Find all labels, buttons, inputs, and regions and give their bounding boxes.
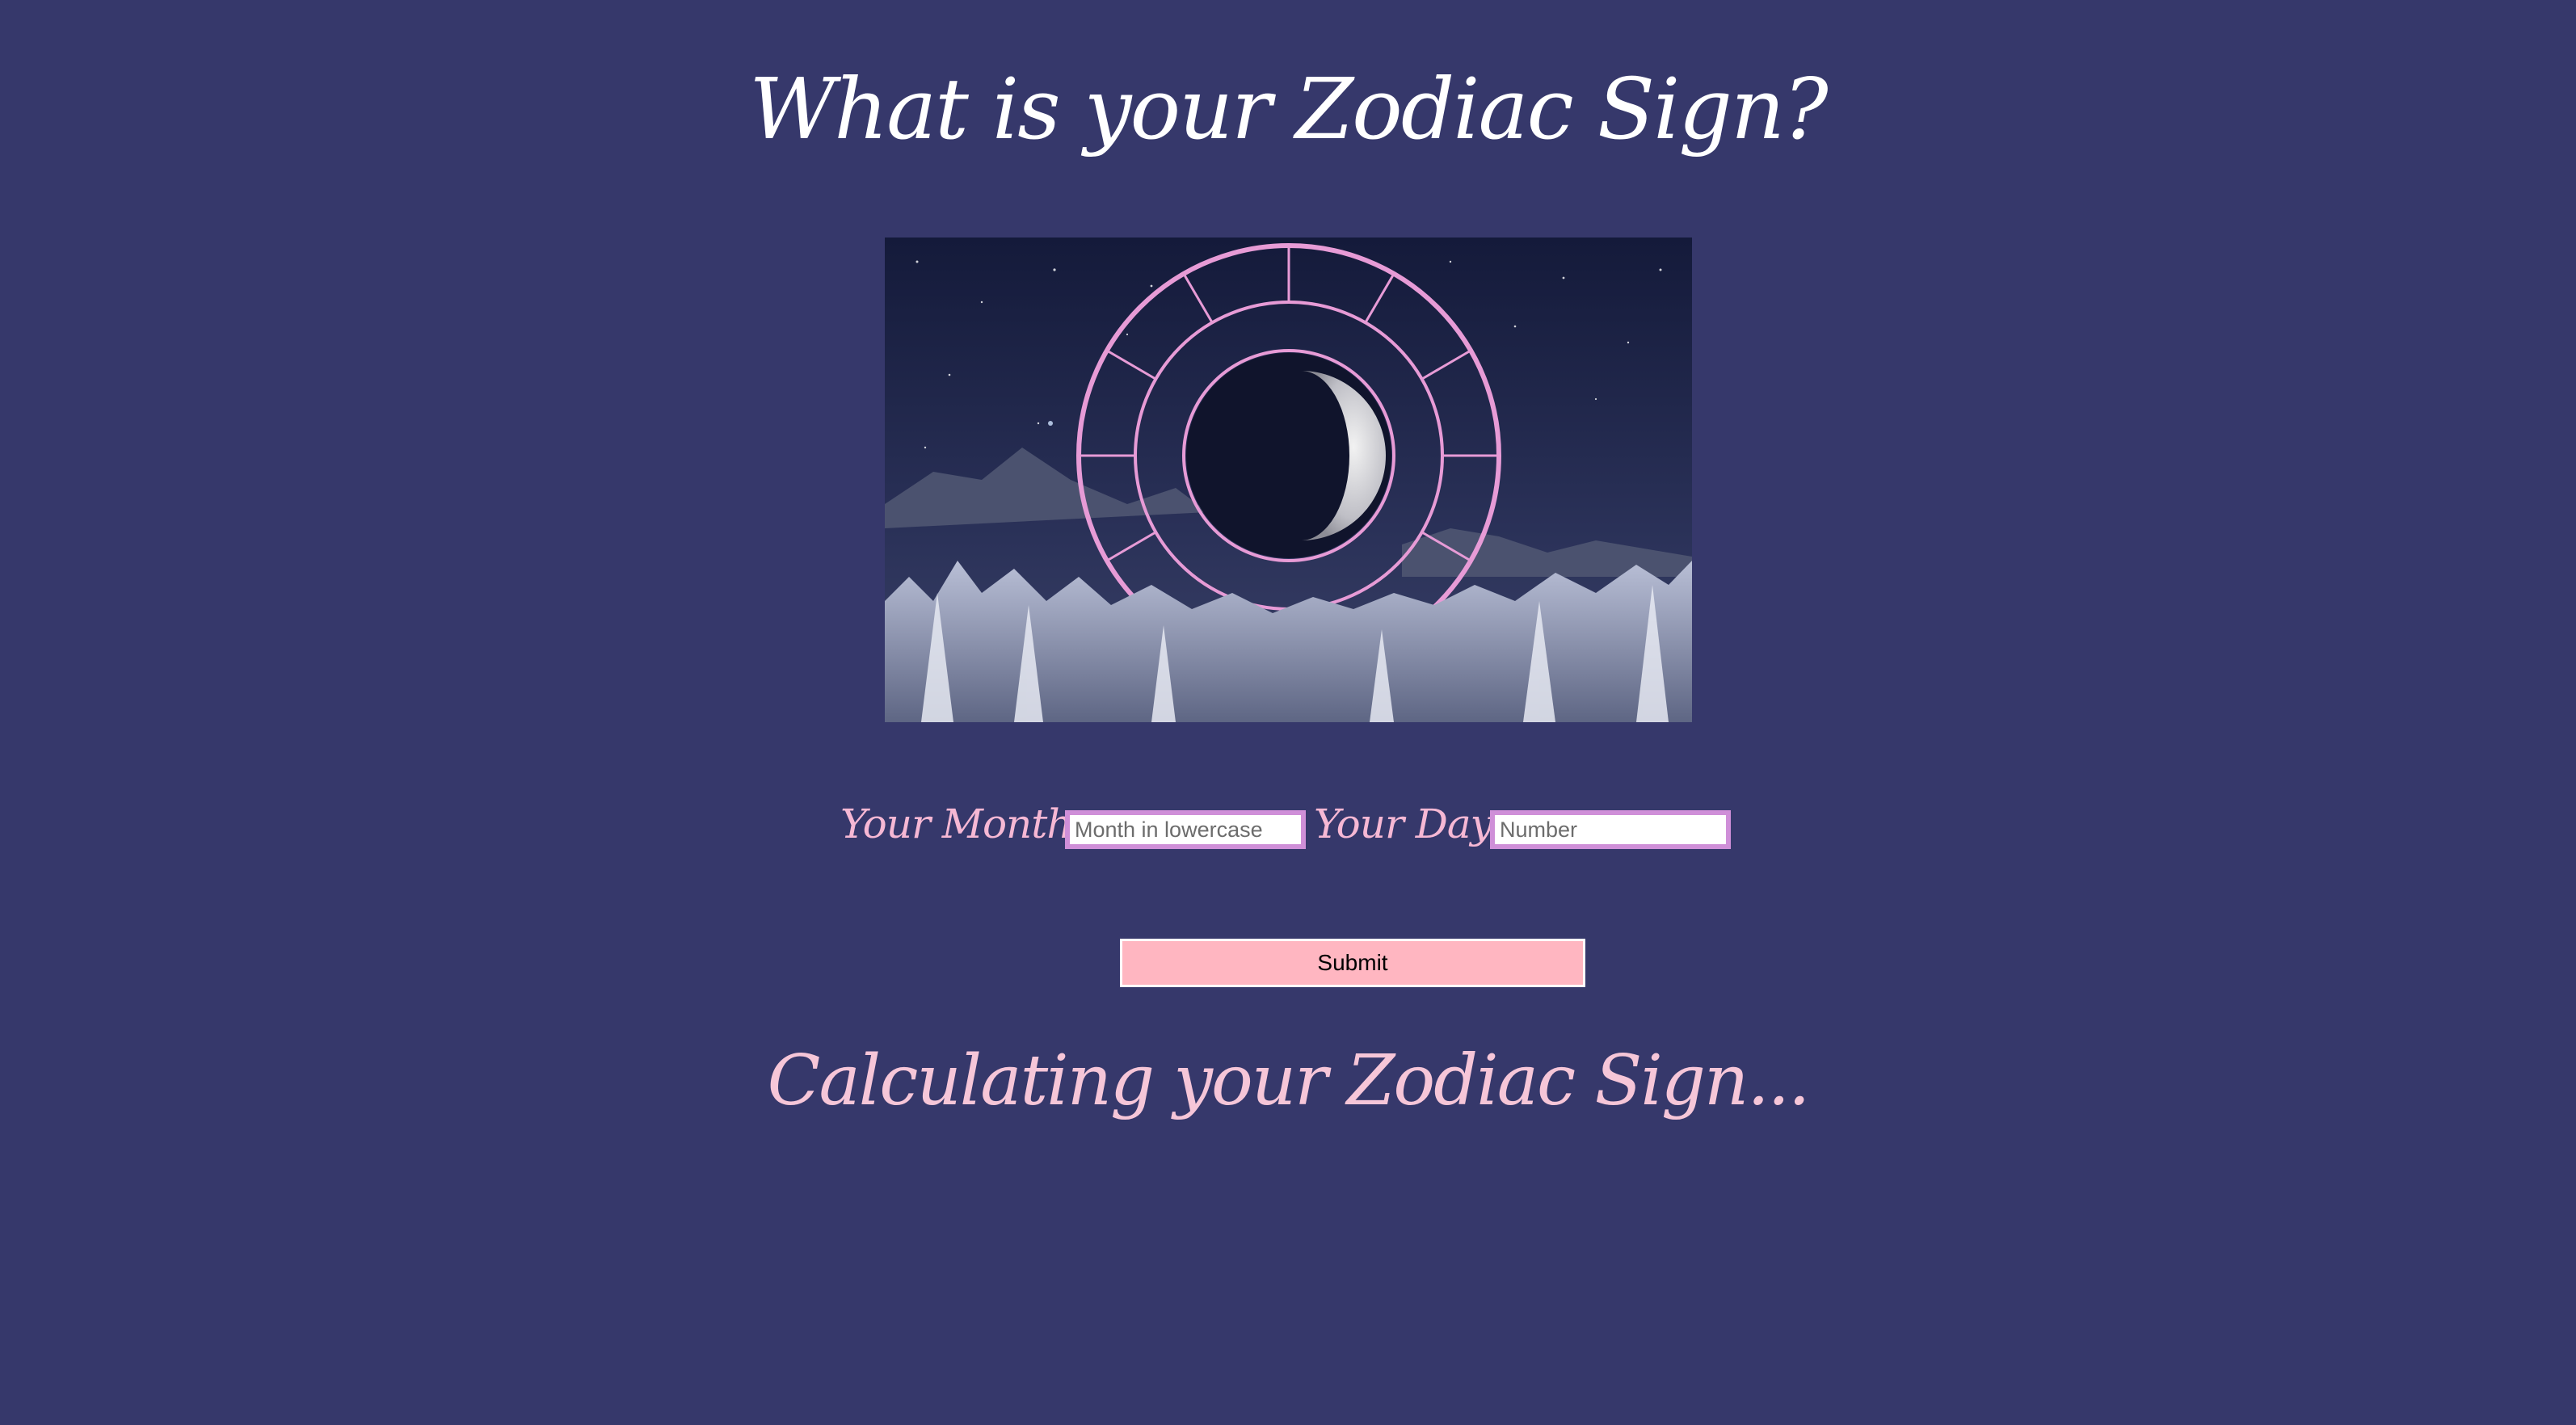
month-label: Your Month (840, 801, 1073, 847)
submit-button[interactable]: Submit (1120, 939, 1585, 987)
zodiac-form: Your Month Your Day (840, 788, 1737, 860)
day-label: Your Day (1314, 801, 1493, 847)
month-input[interactable] (1065, 810, 1306, 849)
day-input[interactable] (1490, 810, 1731, 849)
page-title: What is your Zodiac Sign? (749, 60, 1828, 158)
zodiac-wheel-image (885, 238, 1692, 722)
result-text: Calculating your Zodiac Sign... (767, 1040, 1811, 1121)
